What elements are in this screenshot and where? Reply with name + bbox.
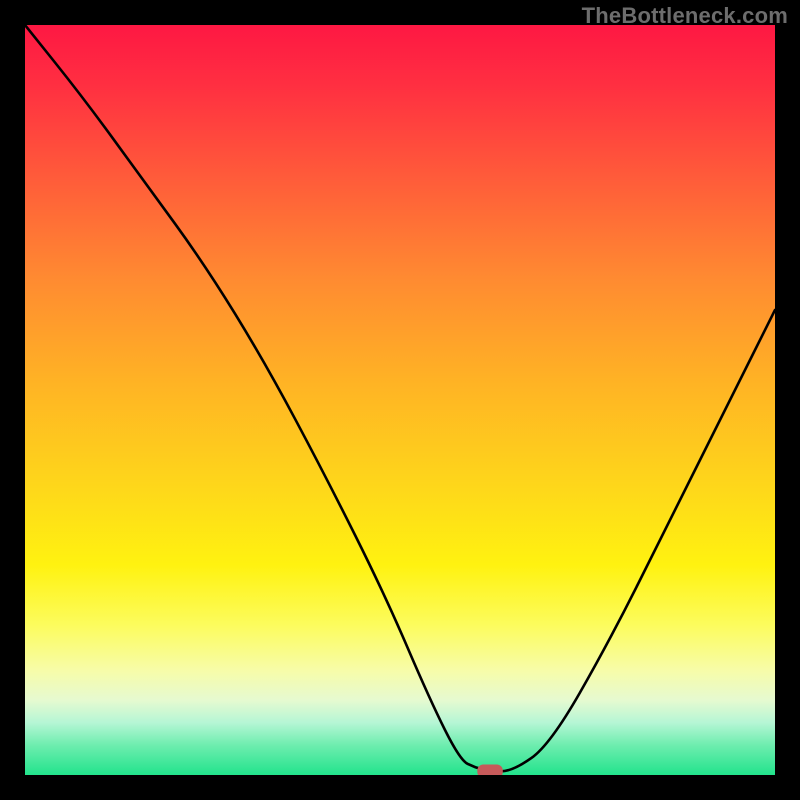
curve-path <box>25 25 775 771</box>
plot-area <box>25 25 775 775</box>
chart-frame: TheBottleneck.com <box>0 0 800 800</box>
brand-watermark: TheBottleneck.com <box>582 3 788 29</box>
curve-svg <box>25 25 775 775</box>
min-marker <box>477 765 503 776</box>
